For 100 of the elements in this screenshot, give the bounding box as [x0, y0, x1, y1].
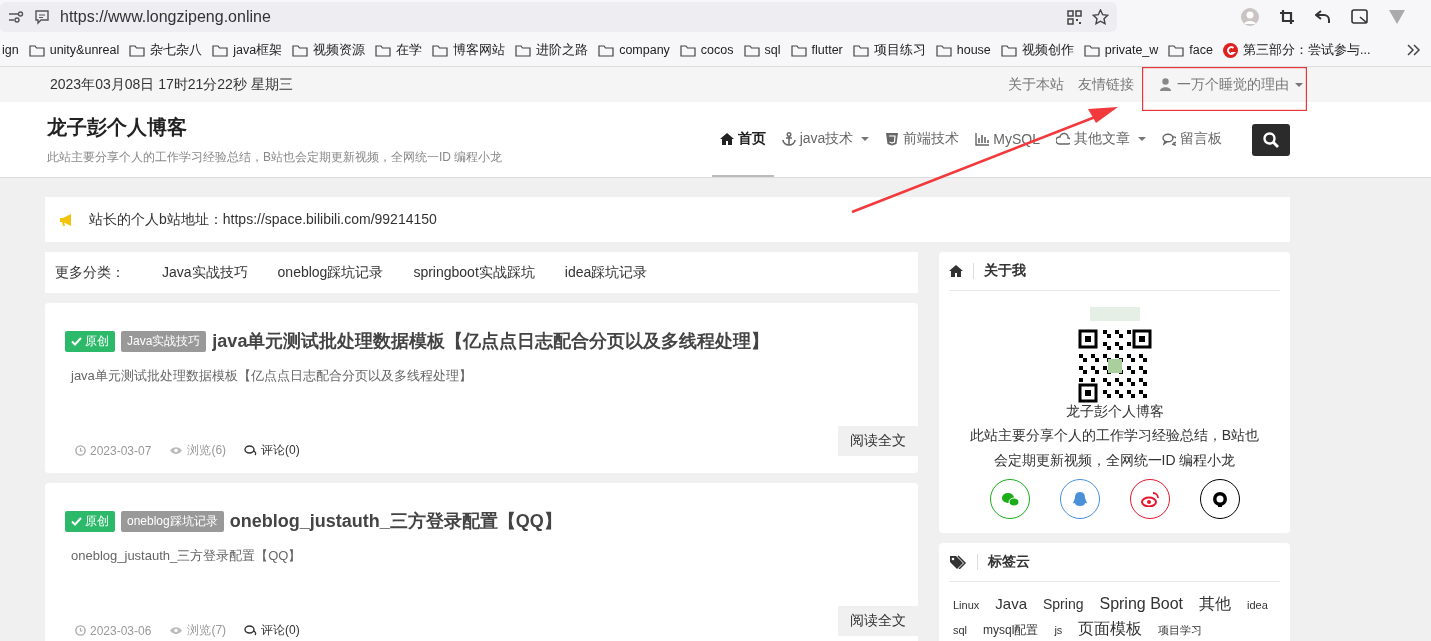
- weibo-eye-icon: [1140, 491, 1159, 507]
- top-link[interactable]: 友情链接: [1078, 75, 1134, 94]
- speech-bubbles-icon: [1162, 131, 1176, 146]
- folder-icon: [679, 43, 696, 57]
- view-count: 浏览(6): [169, 442, 227, 459]
- penguin-icon: [1070, 491, 1089, 507]
- reader-icon[interactable]: [34, 9, 50, 25]
- qr-code-icon[interactable]: [1067, 9, 1082, 25]
- tag-link[interactable]: Linux: [953, 599, 980, 611]
- bookmark[interactable]: 进阶之路: [515, 41, 589, 59]
- clock-icon: [75, 625, 86, 636]
- category-link[interactable]: Java实战技巧: [162, 263, 248, 282]
- site-settings-icon[interactable]: [8, 11, 24, 23]
- chat-bubbles-icon: [1000, 491, 1019, 507]
- bookmark[interactable]: 视频资源: [292, 41, 366, 59]
- tag-link[interactable]: Spring Boot: [1099, 595, 1184, 613]
- clock-icon: [75, 445, 86, 456]
- bookmark[interactable]: company: [598, 43, 670, 57]
- bookmark[interactable]: face: [1168, 43, 1213, 57]
- folder-icon: [935, 43, 952, 57]
- home-icon: [949, 264, 963, 278]
- bookmark[interactable]: 视频创作: [1000, 41, 1074, 59]
- speech-bubbles-icon: [244, 445, 258, 456]
- category-link[interactable]: idea踩坑记录: [564, 263, 648, 282]
- bookmark[interactable]: sql: [743, 43, 781, 57]
- bookmark[interactable]: 杂七杂八: [129, 41, 203, 59]
- folder-icon: [1168, 43, 1185, 57]
- css-shield-icon: [885, 131, 900, 146]
- tag-link[interactable]: 项目学习: [1158, 623, 1203, 638]
- check-icon: [71, 336, 82, 346]
- view-count: 浏览(7): [169, 622, 227, 639]
- folder-icon: [28, 43, 45, 57]
- date-time: 2023年03月08日 17时21分22秒 星期三: [50, 75, 294, 94]
- site-logo-icon: [1222, 42, 1238, 58]
- star-icon[interactable]: [1092, 9, 1109, 25]
- bookmark[interactable]: flutter: [790, 43, 843, 57]
- original-badge: 原创: [65, 330, 115, 352]
- card-title: 关于我: [984, 262, 1026, 280]
- bookmark[interactable]: 项目练习: [852, 41, 926, 59]
- bookmark[interactable]: 第三部分：尝试参与...: [1222, 41, 1371, 59]
- cloud-icon: [1056, 131, 1070, 146]
- logo-placeholder: [1089, 307, 1140, 321]
- bookmark[interactable]: house: [935, 43, 991, 57]
- site-title[interactable]: 龙子彭个人博客: [47, 113, 712, 141]
- folder-icon: [515, 43, 532, 57]
- folder-icon: [432, 43, 449, 57]
- home-icon: [719, 131, 734, 146]
- read-more-button[interactable]: 阅读全文: [838, 426, 918, 456]
- crop-icon[interactable]: [1279, 9, 1295, 25]
- bookmark[interactable]: 博客网站: [432, 41, 506, 59]
- folder-icon: [598, 43, 615, 57]
- tag-link[interactable]: js: [1054, 624, 1063, 636]
- tag-link[interactable]: 页面模板: [1078, 619, 1143, 640]
- bookmark[interactable]: 在学: [375, 41, 423, 59]
- tag-link[interactable]: idea: [1247, 599, 1268, 611]
- author-name: 龙子彭个人博客: [1065, 403, 1164, 421]
- nav-item[interactable]: 前端技术: [877, 102, 968, 177]
- social-link[interactable]: [1199, 479, 1240, 519]
- screenshot-icon[interactable]: [1351, 9, 1369, 25]
- tag-link[interactable]: 其他: [1199, 594, 1232, 615]
- search-icon: [1263, 131, 1279, 148]
- original-badge: 原创: [65, 510, 115, 532]
- more-bookmarks-icon[interactable]: [1407, 44, 1421, 56]
- read-more-button[interactable]: 阅读全文: [838, 606, 918, 636]
- eye-icon: [169, 446, 184, 455]
- nav-item[interactable]: 首页: [711, 102, 774, 177]
- bookmark[interactable]: private_w: [1083, 43, 1159, 57]
- eye-icon: [169, 626, 184, 635]
- user-icon: [1160, 78, 1171, 91]
- check-icon: [71, 516, 82, 526]
- anchor-icon: [781, 131, 796, 146]
- tag-link[interactable]: sql: [953, 624, 968, 636]
- folder-icon: [852, 43, 869, 57]
- tag-link[interactable]: Java: [995, 595, 1027, 612]
- folder-icon: [129, 43, 146, 57]
- category-link[interactable]: oneblog踩坑记录: [277, 263, 384, 282]
- bookmark[interactable]: ign: [2, 43, 19, 57]
- bar-chart-icon: [975, 131, 990, 146]
- post-summary: java单元测试批处理数据模板【亿点点日志配合分页以及多线程处理】: [71, 367, 473, 385]
- post-date: 2023-03-07: [75, 443, 152, 458]
- post-title[interactable]: java单元测试批处理数据模板【亿点点日志配合分页以及多线程处理】: [212, 329, 770, 353]
- nav-item[interactable]: java技术: [773, 102, 878, 177]
- nav-item[interactable]: 留言板: [1154, 102, 1230, 177]
- tag-link[interactable]: mysql配置: [983, 622, 1039, 639]
- folder-icon: [375, 43, 392, 57]
- bookmark[interactable]: java框架: [212, 41, 283, 59]
- category-link[interactable]: springboot实战踩坑: [413, 263, 535, 282]
- post-title[interactable]: oneblog_justauth_三方登录配置【QQ】: [229, 509, 562, 533]
- tag-link[interactable]: Spring: [1043, 596, 1084, 612]
- folder-icon: [743, 43, 760, 57]
- speech-bubbles-icon: [244, 625, 258, 636]
- bookmark[interactable]: cocos: [679, 43, 734, 57]
- folder-icon: [212, 43, 229, 57]
- bookmark[interactable]: unity&unreal: [28, 43, 120, 57]
- top-link[interactable]: 关于本站: [1008, 75, 1064, 94]
- undo-arrow-icon[interactable]: [1315, 10, 1331, 24]
- search-button[interactable]: [1252, 123, 1290, 156]
- nav-item[interactable]: 其他文章: [1048, 102, 1154, 177]
- comment-count: 评论(0): [244, 442, 300, 459]
- comment-count: 评论(0): [244, 622, 300, 639]
